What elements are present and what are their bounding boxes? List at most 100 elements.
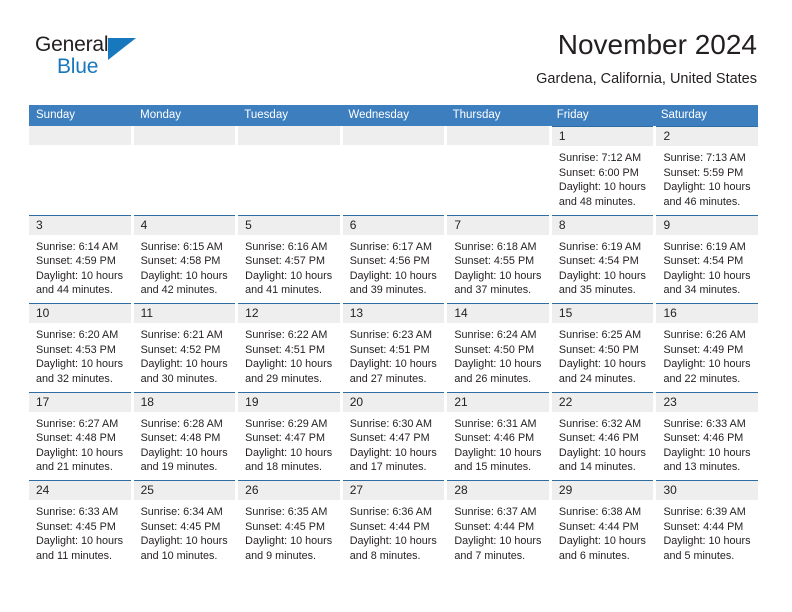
daylight-text-line1: Daylight: 10 hours <box>558 269 646 282</box>
day-number <box>133 126 236 145</box>
sunset-text: Sunset: 4:49 PM <box>663 343 744 356</box>
page-subtitle: Gardena, California, United States <box>536 71 757 87</box>
weekday-header-friday: Friday <box>556 109 589 121</box>
calendar-day-cell[interactable]: 13 Sunrise: 6:23 AM Sunset: 4:51 PM Dayligh… <box>342 303 445 392</box>
sunrise-text: Sunrise: 6:23 AM <box>349 329 432 341</box>
daylight-text-line1: Daylight: 10 hours <box>663 535 751 548</box>
general-blue-logo[interactable]: General Blue <box>35 33 155 83</box>
day-number: 20 <box>342 392 445 412</box>
calendar-week-row: 24 Sunrise: 6:33 AM Sunset: 4:45 PM Dayligh… <box>29 480 759 569</box>
calendar-day-cell[interactable]: 1 Sunrise: 7:12 AM Sunset: 6:00 PM Daylight… <box>551 126 654 215</box>
sunrise-text: Sunrise: 6:32 AM <box>558 417 642 430</box>
day-number <box>238 126 340 145</box>
calendar-day-cell[interactable]: 8 Sunrise: 6:19 AM Sunset: 4:54 PM Daylight… <box>551 214 654 303</box>
calendar-day-cell[interactable]: 28 Sunrise: 6:37 AM Sunset: 4:44 PM Dayligh… <box>447 480 549 569</box>
calendar-day-cell[interactable]: 25 Sunrise: 6:34 AM Sunset: 4:45 PM Dayligh… <box>133 480 236 569</box>
daylight-text-line2: and 19 minutes. <box>140 461 218 474</box>
page-title: November 2024 <box>557 29 757 60</box>
daylight-text-line2: and 18 minutes. <box>245 461 322 474</box>
daylight-text-line2: and 11 minutes. <box>36 549 113 562</box>
calendar-day-cell[interactable]: 16 Sunrise: 6:26 AM Sunset: 4:49 PM Dayligh… <box>656 303 759 392</box>
day-sun-info: Sunrise: 6:18 AM Sunset: 4:55 PM Daylight:… <box>447 235 549 298</box>
day-number: 7 <box>447 215 549 235</box>
daylight-text-line1: Daylight: 10 hours <box>558 181 646 194</box>
sunset-text: Sunset: 4:57 PM <box>245 255 325 268</box>
calendar-day-cell[interactable]: 26 Sunrise: 6:35 AM Sunset: 4:45 PM Dayligh… <box>238 480 340 569</box>
calendar-day-cell[interactable]: 22 Sunrise: 6:32 AM Sunset: 4:46 PM Dayligh… <box>551 391 654 480</box>
weekday-header-sunday: Sunday <box>36 109 76 121</box>
day-number: 11 <box>133 304 236 323</box>
day-sun-info: Sunrise: 6:19 AM Sunset: 4:54 PM Daylight:… <box>656 235 758 298</box>
daylight-text-line2: and 37 minutes. <box>454 284 532 297</box>
calendar-day-cell[interactable]: 21 Sunrise: 6:31 AM Sunset: 4:46 PM Dayligh… <box>447 391 549 480</box>
calendar-day-cell[interactable]: 4 Sunrise: 6:15 AM Sunset: 4:58 PM Daylight… <box>133 214 236 303</box>
daylight-text-line2: and 21 minutes. <box>36 461 113 474</box>
calendar-day-cell[interactable]: 15 Sunrise: 6:25 AM Sunset: 4:50 PM Dayligh… <box>551 303 654 392</box>
day-sun-info: Sunrise: 6:33 AM Sunset: 4:45 PM Daylight:… <box>29 500 131 563</box>
logo-triangle-icon <box>108 38 136 60</box>
calendar-day-cell-empty <box>29 126 131 215</box>
day-number: 2 <box>656 127 759 146</box>
sunrise-text: Sunrise: 6:20 AM <box>36 329 119 341</box>
day-sun-info: Sunrise: 6:36 AM Sunset: 4:44 PM Daylight:… <box>343 500 445 563</box>
day-sun-info: Sunrise: 6:25 AM Sunset: 4:50 PM Daylight:… <box>552 323 654 386</box>
sunset-text: Sunset: 4:54 PM <box>558 255 639 268</box>
sunset-text: Sunset: 6:00 PM <box>558 166 639 179</box>
calendar-day-cell[interactable]: 27 Sunrise: 6:36 AM Sunset: 4:44 PM Dayligh… <box>342 480 445 569</box>
calendar-day-cell[interactable]: 9 Sunrise: 6:19 AM Sunset: 4:54 PM Daylight… <box>656 214 759 303</box>
day-sun-info: Sunrise: 6:27 AM Sunset: 4:48 PM Daylight:… <box>29 412 131 475</box>
weekday-header-row: Sunday Monday Tuesday Wednesday Thursday… <box>29 105 758 126</box>
calendar-day-cell[interactable]: 17 Sunrise: 6:27 AM Sunset: 4:48 PM Dayligh… <box>29 391 131 480</box>
sunset-text: Sunset: 4:48 PM <box>36 432 116 445</box>
day-number: 26 <box>238 481 340 500</box>
day-number: 19 <box>238 392 340 412</box>
sunrise-text: Sunrise: 6:16 AM <box>245 240 328 253</box>
sunset-text: Sunset: 4:44 PM <box>454 520 535 533</box>
day-number: 21 <box>447 392 549 412</box>
calendar-day-cell[interactable]: 14 Sunrise: 6:24 AM Sunset: 4:50 PM Dayligh… <box>447 303 549 392</box>
sunset-text: Sunset: 4:46 PM <box>558 432 639 445</box>
day-sun-info: Sunrise: 6:23 AM Sunset: 4:51 PM Daylight:… <box>343 323 445 386</box>
sunset-text: Sunset: 4:51 PM <box>349 343 430 356</box>
calendar-day-cell[interactable]: 6 Sunrise: 6:17 AM Sunset: 4:56 PM Daylight… <box>342 214 445 303</box>
calendar-day-cell[interactable]: 3 Sunrise: 6:14 AM Sunset: 4:59 PM Daylight… <box>29 214 131 303</box>
daylight-text-line1: Daylight: 10 hours <box>558 358 646 371</box>
calendar-day-cell[interactable]: 24 Sunrise: 6:33 AM Sunset: 4:45 PM Dayligh… <box>29 480 131 569</box>
daylight-text-line2: and 27 minutes. <box>349 372 427 385</box>
sunrise-text: Sunrise: 6:21 AM <box>140 329 223 341</box>
calendar-week-row: 1 Sunrise: 7:12 AM Sunset: 6:00 PM Daylight… <box>29 126 759 215</box>
calendar-day-cell[interactable]: 19 Sunrise: 6:29 AM Sunset: 4:47 PM Dayligh… <box>238 391 340 480</box>
calendar-day-cell[interactable]: 23 Sunrise: 6:33 AM Sunset: 4:46 PM Dayligh… <box>656 391 759 480</box>
weekday-header-thursday: Thursday <box>452 109 501 121</box>
day-number: 12 <box>238 304 340 323</box>
calendar-day-cell[interactable]: 5 Sunrise: 6:16 AM Sunset: 4:57 PM Daylight… <box>238 214 340 303</box>
sunrise-text: Sunrise: 6:36 AM <box>349 506 432 518</box>
day-number: 1 <box>551 127 654 146</box>
day-sun-info: Sunrise: 6:30 AM Sunset: 4:47 PM Daylight:… <box>343 412 445 475</box>
daylight-text-line2: and 22 minutes. <box>663 372 741 385</box>
sunrise-text: Sunrise: 6:31 AM <box>454 417 537 430</box>
calendar-day-cell[interactable]: 10 Sunrise: 6:20 AM Sunset: 4:53 PM Dayligh… <box>29 303 131 392</box>
calendar-day-cell[interactable]: 30 Sunrise: 6:39 AM Sunset: 4:44 PM Dayligh… <box>656 480 759 569</box>
day-number: 30 <box>656 481 759 500</box>
calendar-day-cell-empty <box>238 126 340 215</box>
calendar-day-cell[interactable]: 18 Sunrise: 6:28 AM Sunset: 4:48 PM Dayligh… <box>133 391 236 480</box>
daylight-text-line2: and 26 minutes. <box>454 372 532 385</box>
day-number: 27 <box>342 481 445 500</box>
calendar-day-cell[interactable]: 11 Sunrise: 6:21 AM Sunset: 4:52 PM Dayligh… <box>133 303 236 392</box>
day-sun-info: Sunrise: 7:12 AM Sunset: 6:00 PM Daylight:… <box>552 146 654 209</box>
day-number: 9 <box>656 215 759 235</box>
day-number <box>447 126 549 145</box>
sunrise-text: Sunrise: 6:18 AM <box>454 240 537 253</box>
sunset-text: Sunset: 4:44 PM <box>663 520 744 533</box>
calendar-day-cell[interactable]: 7 Sunrise: 6:18 AM Sunset: 4:55 PM Daylight… <box>447 214 549 303</box>
day-number: 18 <box>133 392 236 412</box>
calendar-day-cell[interactable]: 29 Sunrise: 6:38 AM Sunset: 4:44 PM Dayligh… <box>551 480 654 569</box>
daylight-text-line1: Daylight: 10 hours <box>36 446 124 459</box>
calendar-day-cell[interactable]: 12 Sunrise: 6:22 AM Sunset: 4:51 PM Dayligh… <box>238 303 340 392</box>
calendar-day-cell[interactable]: 2 Sunrise: 7:13 AM Sunset: 5:59 PM Daylight… <box>656 126 759 215</box>
calendar-day-cell[interactable]: 20 Sunrise: 6:30 AM Sunset: 4:47 PM Dayligh… <box>342 391 445 480</box>
day-sun-info: Sunrise: 6:20 AM Sunset: 4:53 PM Daylight:… <box>29 323 131 386</box>
daylight-text-line1: Daylight: 10 hours <box>36 358 124 371</box>
daylight-text-line2: and 5 minutes. <box>663 549 735 562</box>
